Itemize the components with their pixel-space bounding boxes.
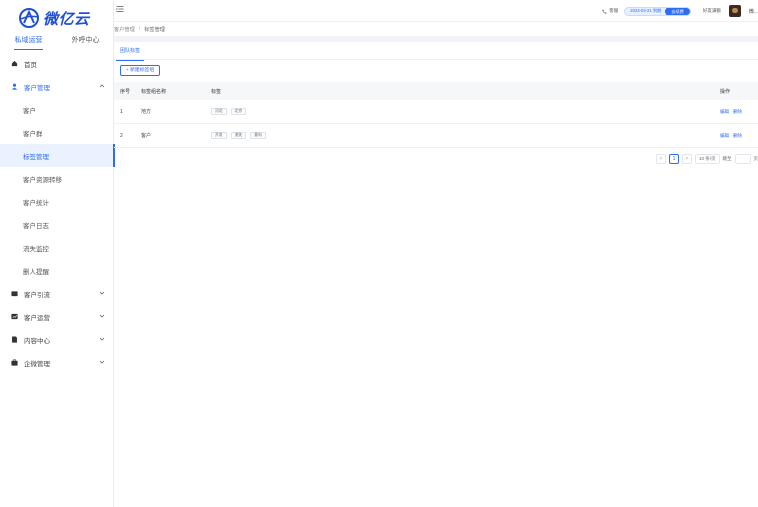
header-tags: 标签 — [211, 88, 222, 95]
table-header: 序号 标签组名称 标签 操作 — [114, 82, 758, 100]
tab-call-center[interactable]: 外呼中心 — [57, 34, 114, 50]
row-name: 地方 — [141, 109, 152, 115]
sidebar: 微亿云 私域运营 外呼中心 首页 客户管理 客户 客户群 标签管理 客户资源转移… — [0, 0, 115, 507]
tab-team-tags[interactable]: 团队标签 — [116, 44, 145, 61]
row-no: 1 — [120, 108, 123, 115]
home-icon — [11, 60, 18, 67]
sidebar-subitem-delete-alert[interactable]: 删人提醒 — [0, 259, 114, 282]
sidebar-subitem-tag-management[interactable]: 标签管理 — [0, 144, 115, 167]
chevron-down-icon — [99, 291, 105, 295]
menu-fold-icon[interactable] — [116, 5, 124, 13]
tag-chip: 意向 — [250, 132, 266, 139]
sidebar-subitem-customer-group[interactable]: 客户群 — [0, 121, 114, 144]
header-name: 标签组名称 — [141, 88, 167, 95]
brand-name: 微亿云 — [43, 10, 90, 28]
friend-limit-status: 好友满额 — [702, 8, 721, 13]
customer-service[interactable]: 客服 — [602, 8, 618, 14]
sidebar-item-label: 内容中心 — [24, 337, 50, 345]
user-name[interactable]: 微... — [749, 8, 758, 15]
expiry-date: 2023-03-21 到期 — [630, 8, 662, 13]
sidebar-item-label: 客户管理 — [24, 84, 50, 92]
prev-page-button[interactable]: < — [655, 154, 666, 164]
chevron-up-icon — [99, 84, 105, 88]
chevron-down-icon — [99, 314, 105, 318]
tag-chip: 流失 — [230, 132, 247, 139]
row-no: 2 — [120, 132, 123, 139]
breadcrumb-separator: / — [138, 26, 141, 32]
sidebar-tabs: 私域运营 外呼中心 — [0, 34, 114, 50]
content-divider — [114, 36, 758, 42]
tag-table: 序号 标签组名称 标签 操作 1 地方 河北 北京 编辑 删除 2 客户 开发 … — [114, 82, 758, 148]
sidebar-item-customer-operation[interactable]: 客户运营 — [0, 305, 114, 328]
sidebar-item-customer-management[interactable]: 客户管理 — [0, 75, 114, 98]
avatar[interactable] — [728, 5, 741, 17]
chevron-down-icon — [99, 337, 105, 341]
row-tags: 开发 流失 意向 — [204, 132, 720, 139]
edit-link[interactable]: 编辑 — [720, 109, 729, 115]
sidebar-item-wecom-management[interactable]: 企微管理 — [0, 351, 114, 374]
breadcrumb-item[interactable]: 客户管理 — [114, 26, 135, 33]
sidebar-item-customer-acquisition[interactable]: 客户引流 — [0, 282, 114, 305]
add-tag-group-button[interactable]: + 新建标签组 — [120, 65, 161, 76]
sidebar-item-home[interactable]: 首页 — [0, 52, 114, 75]
sidebar-item-label: 客户引流 — [24, 291, 50, 299]
sidebar-subitem-customer[interactable]: 客户 — [0, 98, 114, 121]
row-name: 客户 — [141, 133, 152, 139]
topbar: 客服 2023-03-21 到期 去续费 好友满额 微... — [114, 0, 758, 22]
phone-icon — [602, 9, 607, 14]
tag-chip: 河北 — [211, 108, 227, 115]
logo-icon — [19, 8, 39, 28]
delete-link[interactable]: 删除 — [733, 133, 742, 139]
row-tags: 河北 北京 — [204, 108, 720, 115]
page-size-select[interactable]: 10 条/页 — [694, 154, 720, 164]
expiry-badge: 2023-03-21 到期 去续费 — [624, 6, 691, 16]
row-actions: 编辑 删除 — [720, 133, 758, 139]
delete-link[interactable]: 删除 — [733, 109, 742, 115]
logo: 微亿云 — [18, 6, 90, 30]
briefcase-icon — [11, 359, 18, 366]
sidebar-subitem-churn-monitor[interactable]: 流失监控 — [0, 236, 114, 259]
tag-chip: 开发 — [211, 132, 227, 139]
edit-link[interactable]: 编辑 — [720, 133, 729, 139]
page-unit-label: 页 — [753, 156, 758, 161]
sidebar-subitem-resource-transfer[interactable]: 客户资源转移 — [0, 167, 114, 190]
chart-icon — [11, 313, 18, 320]
sidebar-subitem-customer-log[interactable]: 客户日志 — [0, 213, 114, 236]
sidebar-item-content-center[interactable]: 内容中心 — [0, 328, 114, 351]
renew-button[interactable]: 去续费 — [665, 7, 690, 15]
goto-page-input[interactable] — [734, 154, 751, 164]
breadcrumb: 客户管理 / 标签管理 — [114, 24, 165, 34]
sidebar-item-label: 企微管理 — [24, 360, 50, 368]
pagination: < 1 > 10 条/页 跳至 页 — [655, 153, 758, 165]
tag-chip: 北京 — [230, 108, 247, 115]
folder-icon — [11, 291, 18, 297]
content-tabs: 团队标签 — [114, 44, 758, 61]
sidebar-menu: 首页 客户管理 客户 客户群 标签管理 客户资源转移 客户统计 客户日志 流失监… — [0, 52, 115, 374]
document-icon — [12, 336, 17, 343]
sidebar-item-label: 客户运营 — [24, 314, 50, 322]
table-row: 1 地方 河北 北京 编辑 删除 — [114, 100, 758, 124]
tab-private-operation[interactable]: 私域运营 — [0, 34, 57, 50]
sidebar-item-label: 首页 — [24, 61, 37, 69]
next-page-button[interactable]: > — [681, 154, 692, 164]
chevron-down-icon — [99, 360, 105, 364]
header-actions: 操作 — [720, 88, 731, 95]
topbar-right: 客服 2023-03-21 到期 去续费 好友满额 微... — [602, 4, 758, 18]
customer-service-label: 客服 — [609, 8, 619, 13]
app-frame: 微亿云 私域运营 外呼中心 首页 客户管理 客户 客户群 标签管理 客户资源转移… — [0, 0, 758, 507]
goto-label: 跳至 — [722, 156, 732, 161]
sidebar-subitem-customer-stats[interactable]: 客户统计 — [0, 190, 114, 213]
row-actions: 编辑 删除 — [720, 109, 758, 115]
table-row: 2 客户 开发 流失 意向 编辑 删除 — [114, 124, 758, 148]
breadcrumb-current: 标签管理 — [144, 26, 165, 33]
user-icon — [11, 83, 18, 90]
header-no: 序号 — [120, 88, 131, 95]
page-number-button[interactable]: 1 — [668, 154, 679, 164]
